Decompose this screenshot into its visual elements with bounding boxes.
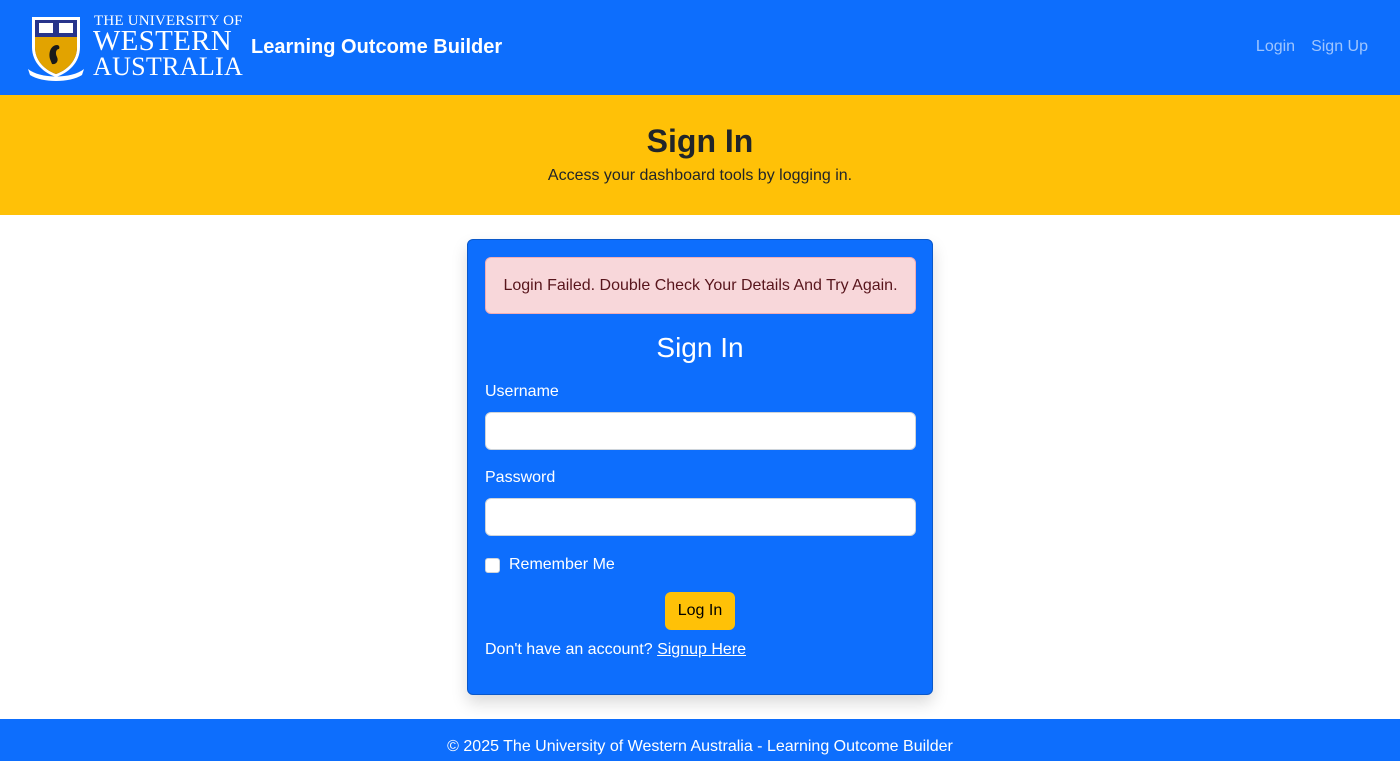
- logo-line-3: AUSTRALIA: [93, 52, 244, 81]
- username-label: Username: [485, 383, 559, 400]
- uwa-logo[interactable]: THE UNIVERSITY OF WESTERN AUSTRALIA: [26, 13, 243, 81]
- login-submit-button[interactable]: Log In: [665, 592, 735, 630]
- brand-title[interactable]: Learning Outcome Builder: [251, 36, 502, 59]
- nav-login-link[interactable]: Login: [1256, 38, 1295, 56]
- login-error-alert: Login Failed. Double Check Your Details …: [485, 257, 916, 314]
- username-input[interactable]: [485, 412, 916, 450]
- navbar: THE UNIVERSITY OF WESTERN AUSTRALIA Lear…: [0, 0, 1400, 95]
- hero-banner: Sign In Access your dashboard tools by l…: [0, 95, 1400, 215]
- card-title: Sign In: [656, 332, 744, 363]
- signup-prompt-row: Don't have an account? Signup Here: [485, 641, 746, 659]
- remember-me-checkbox[interactable]: [485, 557, 500, 573]
- hero-subtitle: Access your dashboard tools by logging i…: [547, 167, 853, 184]
- nav-links: Login Sign Up: [1256, 38, 1368, 56]
- nav-signup-link[interactable]: Sign Up: [1311, 38, 1368, 56]
- signup-prompt-text: Don't have an account?: [485, 641, 653, 658]
- password-label: Password: [485, 469, 556, 486]
- login-card: Login Failed. Double Check Your Details …: [467, 239, 933, 695]
- remember-me-row: Remember Me: [485, 556, 615, 574]
- remember-me-label[interactable]: Remember Me: [509, 556, 615, 574]
- footer: © 2025 The University of Western Austral…: [0, 719, 1400, 761]
- hero-title: Sign In: [646, 123, 754, 159]
- signup-link[interactable]: Signup Here: [657, 641, 746, 658]
- footer-text: © 2025 The University of Western Austral…: [447, 738, 953, 755]
- password-input[interactable]: [485, 498, 916, 536]
- university-crest-icon: [28, 17, 84, 81]
